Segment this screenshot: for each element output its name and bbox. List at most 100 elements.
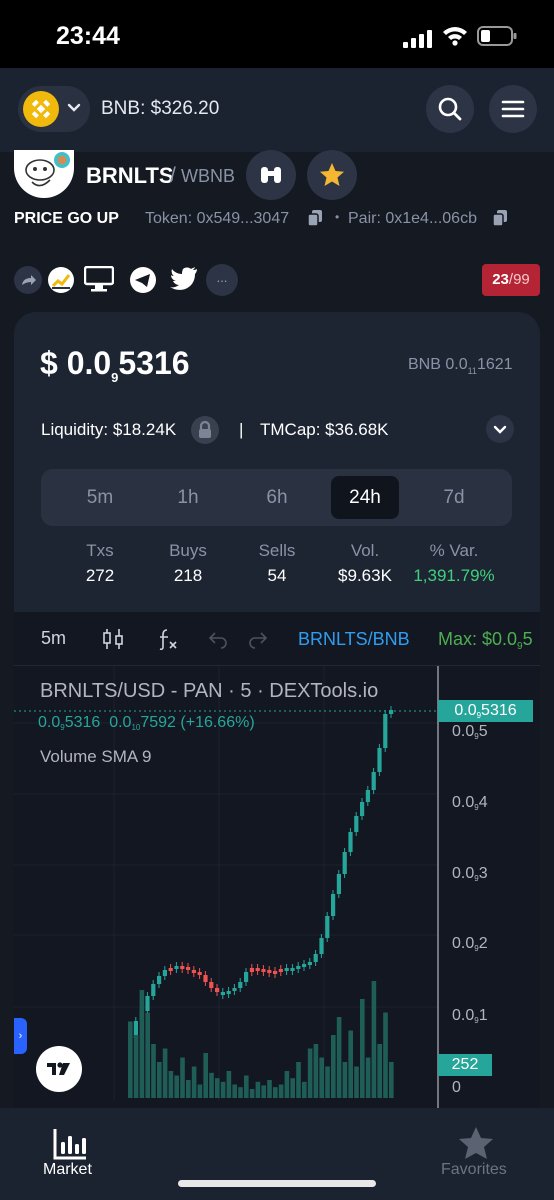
chart-max-price: Max: $0.095 (438, 629, 533, 652)
candle (296, 966, 301, 969)
price-axis-label: 0.092 (452, 935, 488, 953)
volume-bar (377, 1044, 382, 1098)
candle (191, 970, 196, 973)
status-time: 23:44 (56, 22, 120, 50)
stat-header: Sells (258, 541, 296, 560)
token-avatar (14, 150, 74, 198)
tab-favorites-label: Favorites (441, 1161, 507, 1178)
search-button[interactable] (426, 85, 474, 133)
candle (232, 988, 237, 991)
candle (354, 816, 359, 832)
dext-score-badge[interactable]: 23/99 (482, 264, 540, 296)
candle (267, 970, 272, 973)
candle (203, 975, 208, 982)
candle (174, 966, 179, 969)
timeframe-24h[interactable]: 24h (331, 476, 399, 519)
copy-icon[interactable] (308, 210, 322, 226)
timeframe-6h[interactable]: 6h (243, 476, 311, 519)
redo-icon[interactable] (246, 627, 270, 651)
tab-market[interactable]: Market (41, 1124, 99, 1184)
copy-icon[interactable] (493, 210, 507, 226)
volume-bar (162, 1048, 168, 1098)
favorite-button[interactable] (307, 150, 357, 200)
candle (186, 967, 191, 970)
chart-interval-button[interactable]: 5m (41, 628, 66, 649)
candle (383, 714, 388, 748)
undo-icon[interactable] (206, 627, 230, 651)
candle (377, 748, 382, 772)
volume-bar (186, 1080, 191, 1098)
candle (360, 802, 365, 816)
candle (284, 968, 289, 971)
candle (226, 991, 231, 994)
volume-bar (180, 1057, 185, 1098)
timeframe-7d[interactable]: 7d (420, 476, 488, 519)
tab-favorites[interactable]: Favorites (440, 1124, 514, 1184)
expand-metrics-button[interactable] (486, 415, 514, 443)
stat-value: $9.63K (338, 566, 392, 585)
hamburger-menu-icon (501, 100, 525, 118)
volume-bar (365, 1057, 371, 1098)
candle (261, 969, 266, 972)
star-icon (459, 1127, 493, 1159)
candle (215, 988, 220, 992)
timeframe-5m[interactable]: 5m (66, 476, 134, 519)
candle (348, 832, 353, 852)
volume-bar (296, 1062, 301, 1098)
bnb-price: BNB: $326.20 (101, 98, 220, 119)
watch-button[interactable] (246, 150, 296, 200)
home-indicator (178, 1180, 376, 1187)
candle (162, 970, 167, 976)
volume-bar (290, 1078, 295, 1098)
stat-header: Vol. (350, 541, 380, 560)
candle (238, 982, 243, 988)
candlestick-type-icon[interactable] (101, 627, 125, 651)
pair-base-name: BRNLTS (86, 163, 174, 188)
candle (209, 982, 214, 988)
chart-pair-symbol[interactable]: BRNLTS/BNB (298, 629, 410, 650)
pair-address[interactable]: Pair: 0x1e4...06cb (348, 210, 477, 228)
volume-bar (307, 1048, 313, 1098)
menu-button[interactable] (489, 85, 537, 133)
timeframe-1h[interactable]: 1h (154, 476, 222, 519)
chevron-down-icon (493, 425, 507, 434)
website-icon[interactable] (84, 266, 114, 292)
candle (319, 938, 324, 954)
candle (313, 954, 318, 962)
volume-bar (174, 1075, 179, 1098)
token-address[interactable]: Token: 0x549...3047 (145, 210, 289, 228)
volume-bar (128, 1021, 133, 1098)
lock-icon (199, 420, 211, 438)
candle (290, 968, 295, 971)
volume-bar (261, 1085, 266, 1098)
volume-bar (348, 1030, 353, 1098)
more-links-button[interactable]: ... (206, 264, 238, 296)
volume-bar (157, 1062, 162, 1098)
volume-bar (284, 1071, 290, 1098)
bnb-logo-icon (23, 91, 59, 127)
volume-bar (215, 1078, 220, 1098)
indicators-icon[interactable] (155, 627, 179, 651)
stat-value: 54 (267, 566, 287, 585)
candle (371, 772, 376, 790)
telegram-icon[interactable] (129, 266, 157, 294)
star-icon (320, 163, 344, 186)
chart-side-panel-toggle[interactable]: › (14, 1018, 27, 1054)
stat-header: Buys (169, 541, 207, 560)
liquidity-lock-button[interactable] (191, 416, 219, 444)
candle (151, 984, 156, 996)
price-axis-label: 0.093 (452, 865, 488, 883)
volume-bar (354, 1066, 359, 1098)
candle (220, 992, 225, 995)
dextscore-icon[interactable] (47, 266, 75, 294)
volume-bar (232, 1084, 237, 1098)
candle (145, 996, 150, 1011)
volume-bar (278, 1084, 284, 1098)
candle (197, 972, 202, 975)
candle (325, 916, 330, 938)
volume-indicator-label: Volume SMA 9 (40, 747, 152, 766)
candle (389, 710, 394, 714)
share-button[interactable] (14, 266, 42, 294)
tradingview-logo-icon[interactable] (36, 1046, 82, 1092)
twitter-icon[interactable] (170, 266, 198, 290)
